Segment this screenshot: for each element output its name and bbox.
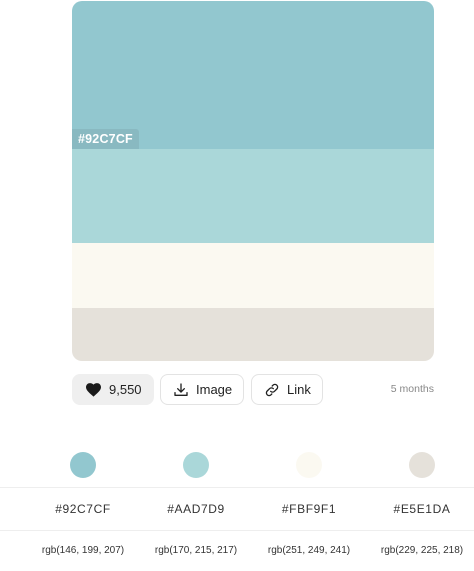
image-button-label: Image	[196, 382, 233, 397]
swatch-3[interactable]	[72, 243, 434, 308]
like-button[interactable]: 9,550	[72, 374, 154, 405]
swatch-2[interactable]	[72, 149, 434, 243]
palette-age: 5 months	[390, 383, 434, 395]
hex-code[interactable]: #92C7CF	[55, 502, 111, 516]
color-dots-row	[0, 440, 474, 487]
heart-icon	[86, 383, 101, 397]
rgb-code[interactable]: rgb(229, 225, 218)	[381, 545, 463, 556]
color-dot[interactable]	[183, 452, 209, 478]
color-dot[interactable]	[409, 452, 435, 478]
download-image-button[interactable]: Image	[160, 374, 244, 405]
copy-link-button[interactable]: Link	[251, 374, 323, 405]
hex-row: #92C7CF #AAD7D9 #FBF9F1 #E5E1DA	[0, 488, 474, 530]
color-dot[interactable]	[296, 452, 322, 478]
swatch-hex-label[interactable]: #92C7CF	[72, 129, 139, 149]
swatch-4[interactable]	[72, 308, 434, 361]
hex-code[interactable]: #FBF9F1	[282, 502, 336, 516]
palette-card[interactable]: #92C7CF	[72, 1, 434, 361]
swatch-1[interactable]: #92C7CF	[72, 1, 434, 149]
link-icon	[265, 383, 279, 396]
like-count: 9,550	[109, 382, 142, 397]
rgb-row: rgb(146, 199, 207) rgb(170, 215, 217) rg…	[0, 531, 474, 571]
color-details: #92C7CF #AAD7D9 #FBF9F1 #E5E1DA rgb(146,…	[0, 440, 474, 571]
download-icon	[174, 382, 188, 396]
rgb-code[interactable]: rgb(170, 215, 217)	[155, 545, 237, 556]
hex-code[interactable]: #AAD7D9	[167, 502, 225, 516]
hex-code[interactable]: #E5E1DA	[394, 502, 451, 516]
palette-actions: 9,550 Image Link 5 months	[72, 374, 434, 407]
rgb-code[interactable]: rgb(251, 249, 241)	[268, 545, 350, 556]
rgb-code[interactable]: rgb(146, 199, 207)	[42, 545, 124, 556]
link-button-label: Link	[287, 382, 311, 397]
color-dot[interactable]	[70, 452, 96, 478]
